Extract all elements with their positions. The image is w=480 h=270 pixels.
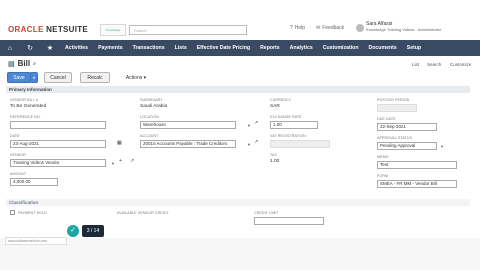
feedback-label: Feedback [322,25,345,31]
vendor-bill-no-value: To Be Generated [10,104,47,109]
nav-setup[interactable]: Setup [402,45,426,51]
logo-oracle-text: ORACLE [8,25,44,34]
open-vendor-icon[interactable]: ↗ [130,158,134,164]
list-link[interactable]: List [412,62,419,67]
approval-status-label: APPROVAL STATUS [377,136,413,140]
nav-effective-date-pricing[interactable]: Effective Date Pricing [192,45,255,51]
credit-limit-field[interactable] [254,217,324,225]
nav-analytics[interactable]: Analytics [285,45,318,51]
calendar-icon[interactable]: ▦ [117,140,122,146]
actions-menu[interactable]: Actions ▾ [120,72,152,83]
home-icon[interactable]: ⌂ [0,45,20,52]
help-label: Help [294,25,306,31]
help-link[interactable]: ? Help [290,25,305,31]
bill-icon: ▤ [8,60,15,68]
help-icon: ? [290,25,293,31]
location-label: LOCATION [140,115,159,119]
section-primary-information[interactable]: Primary Information [6,86,470,93]
amount-label: AMOUNT [10,172,27,176]
account-field[interactable]: 20010 Accounts Payable : Trade Creditors [140,140,236,148]
nav-lists[interactable]: Lists [170,45,192,51]
user-role: Knowledge Training Videos - Administrato… [366,27,442,32]
location-dropdown-icon[interactable]: ▼ [247,123,251,128]
due-date-label: DUE DATE [377,117,396,121]
nav-activities[interactable]: Activities [60,45,93,51]
reference-no-field[interactable] [10,121,106,129]
search-link[interactable]: Search [427,62,441,67]
user-avatar-icon[interactable] [356,24,364,32]
actions-label: Actions [125,74,143,81]
currency-label: CURRENCY [270,98,292,102]
posting-period-label: POSTING PERIOD [377,98,410,102]
save-options-caret-icon[interactable]: ▾ [30,72,38,83]
reference-no-label: REFERENCE NO. [10,115,41,119]
open-account-icon[interactable]: ↗ [254,139,258,145]
footer-url: www.softwareadvice.com [5,237,67,245]
vat-registration-field[interactable] [270,140,330,148]
logo-netsuite-text: NETSUITE [46,25,89,34]
nav-reports[interactable]: Reports [255,45,285,51]
nav-customization[interactable]: Customization [318,45,364,51]
amount-field[interactable]: 4,000.00 [10,178,58,186]
vendor-label: VENDOR [10,153,26,157]
due-date-field[interactable]: 22-Sep-2021 [377,123,437,131]
page-title: Bill [17,59,31,68]
memo-label: MEMO [377,155,389,159]
search-icon[interactable]: ⌕ [33,61,36,67]
customer-logo: Knowledge [100,24,126,36]
global-search-input[interactable]: Search [129,25,247,35]
record-title: ▤ Bill ⌕ [8,59,36,68]
memo-field[interactable]: Test [377,161,457,169]
subsidiary-label: SUBSIDIARY [140,98,163,102]
recent-records-icon[interactable]: ↻ [20,44,40,52]
tax-label: TAX [270,153,278,157]
save-button[interactable]: Save [7,72,31,83]
open-location-icon[interactable]: ↗ [254,120,258,126]
user-menu[interactable]: Sara Alfassi Knowledge Training Videos -… [366,21,441,33]
payment-hold-checkbox[interactable] [10,210,15,215]
feedback-icon: ✉ [316,25,321,31]
vendor-dropdown-icon[interactable]: ▼ [111,161,115,166]
tax-value: 1.00 [270,159,280,164]
top-header: ORACLE NETSUITE Knowledge Search ? Help … [0,0,480,40]
cancel-button[interactable]: Cancel [44,72,72,83]
form-field[interactable]: SMEA - FR MM - Vendor Bill [377,180,457,188]
exchange-rate-field[interactable]: 1.00 [270,121,318,129]
account-label: ACCOUNT [140,134,159,138]
payment-hold-label: PAYMENT HOLD [18,211,47,215]
footer-area [0,238,480,270]
customize-link[interactable]: Customize [450,62,471,67]
vendor-bill-no-label: VENDOR BILL # [10,98,38,102]
posting-period-field[interactable] [377,104,417,112]
recalc-button[interactable]: Recalc [80,72,110,83]
subsidiary-value: Saudi Arabia [140,104,168,109]
approval-status-dropdown-icon[interactable]: ▼ [440,144,444,149]
date-field[interactable]: 23-Aug-2021 [10,140,106,148]
check-icon[interactable]: ✓ [67,225,79,237]
vat-registration-label: VAT REGISTRATION [270,134,306,138]
feedback-link[interactable]: ✉ Feedback [316,25,344,31]
currency-value: SAR [270,104,280,109]
chevron-down-icon: ▾ [142,74,147,81]
form-label: FORM [377,174,388,178]
credit-limit-label: CREDIT LIMIT [254,211,279,215]
star-icon[interactable]: ★ [40,44,60,52]
main-nav: ⌂ ↻ ★ Activities Payments Transactions L… [0,40,480,56]
nav-transactions[interactable]: Transactions [128,45,170,51]
nav-documents[interactable]: Documents [364,45,402,51]
oracle-netsuite-logo[interactable]: ORACLE NETSUITE [8,25,88,34]
add-vendor-icon[interactable]: + [119,158,122,164]
account-dropdown-icon[interactable]: ▼ [247,142,251,147]
available-vendor-credit-label: AVAILABLE VENDOR CREDIT [117,211,169,215]
approval-status-field[interactable]: Pending Approval [377,142,437,150]
exchange-rate-label: EXCHANGE RATE [270,115,302,119]
date-label: DATE [10,134,20,138]
section-classification[interactable]: Classification [6,199,470,206]
search-placeholder: Search [134,28,147,33]
slide-page-indicator: 3 / 14 [82,225,104,237]
nav-payments[interactable]: Payments [93,45,128,51]
vendor-field[interactable]: Training Videos Vendor [10,159,106,167]
location-field[interactable]: Warehouse [140,121,236,129]
